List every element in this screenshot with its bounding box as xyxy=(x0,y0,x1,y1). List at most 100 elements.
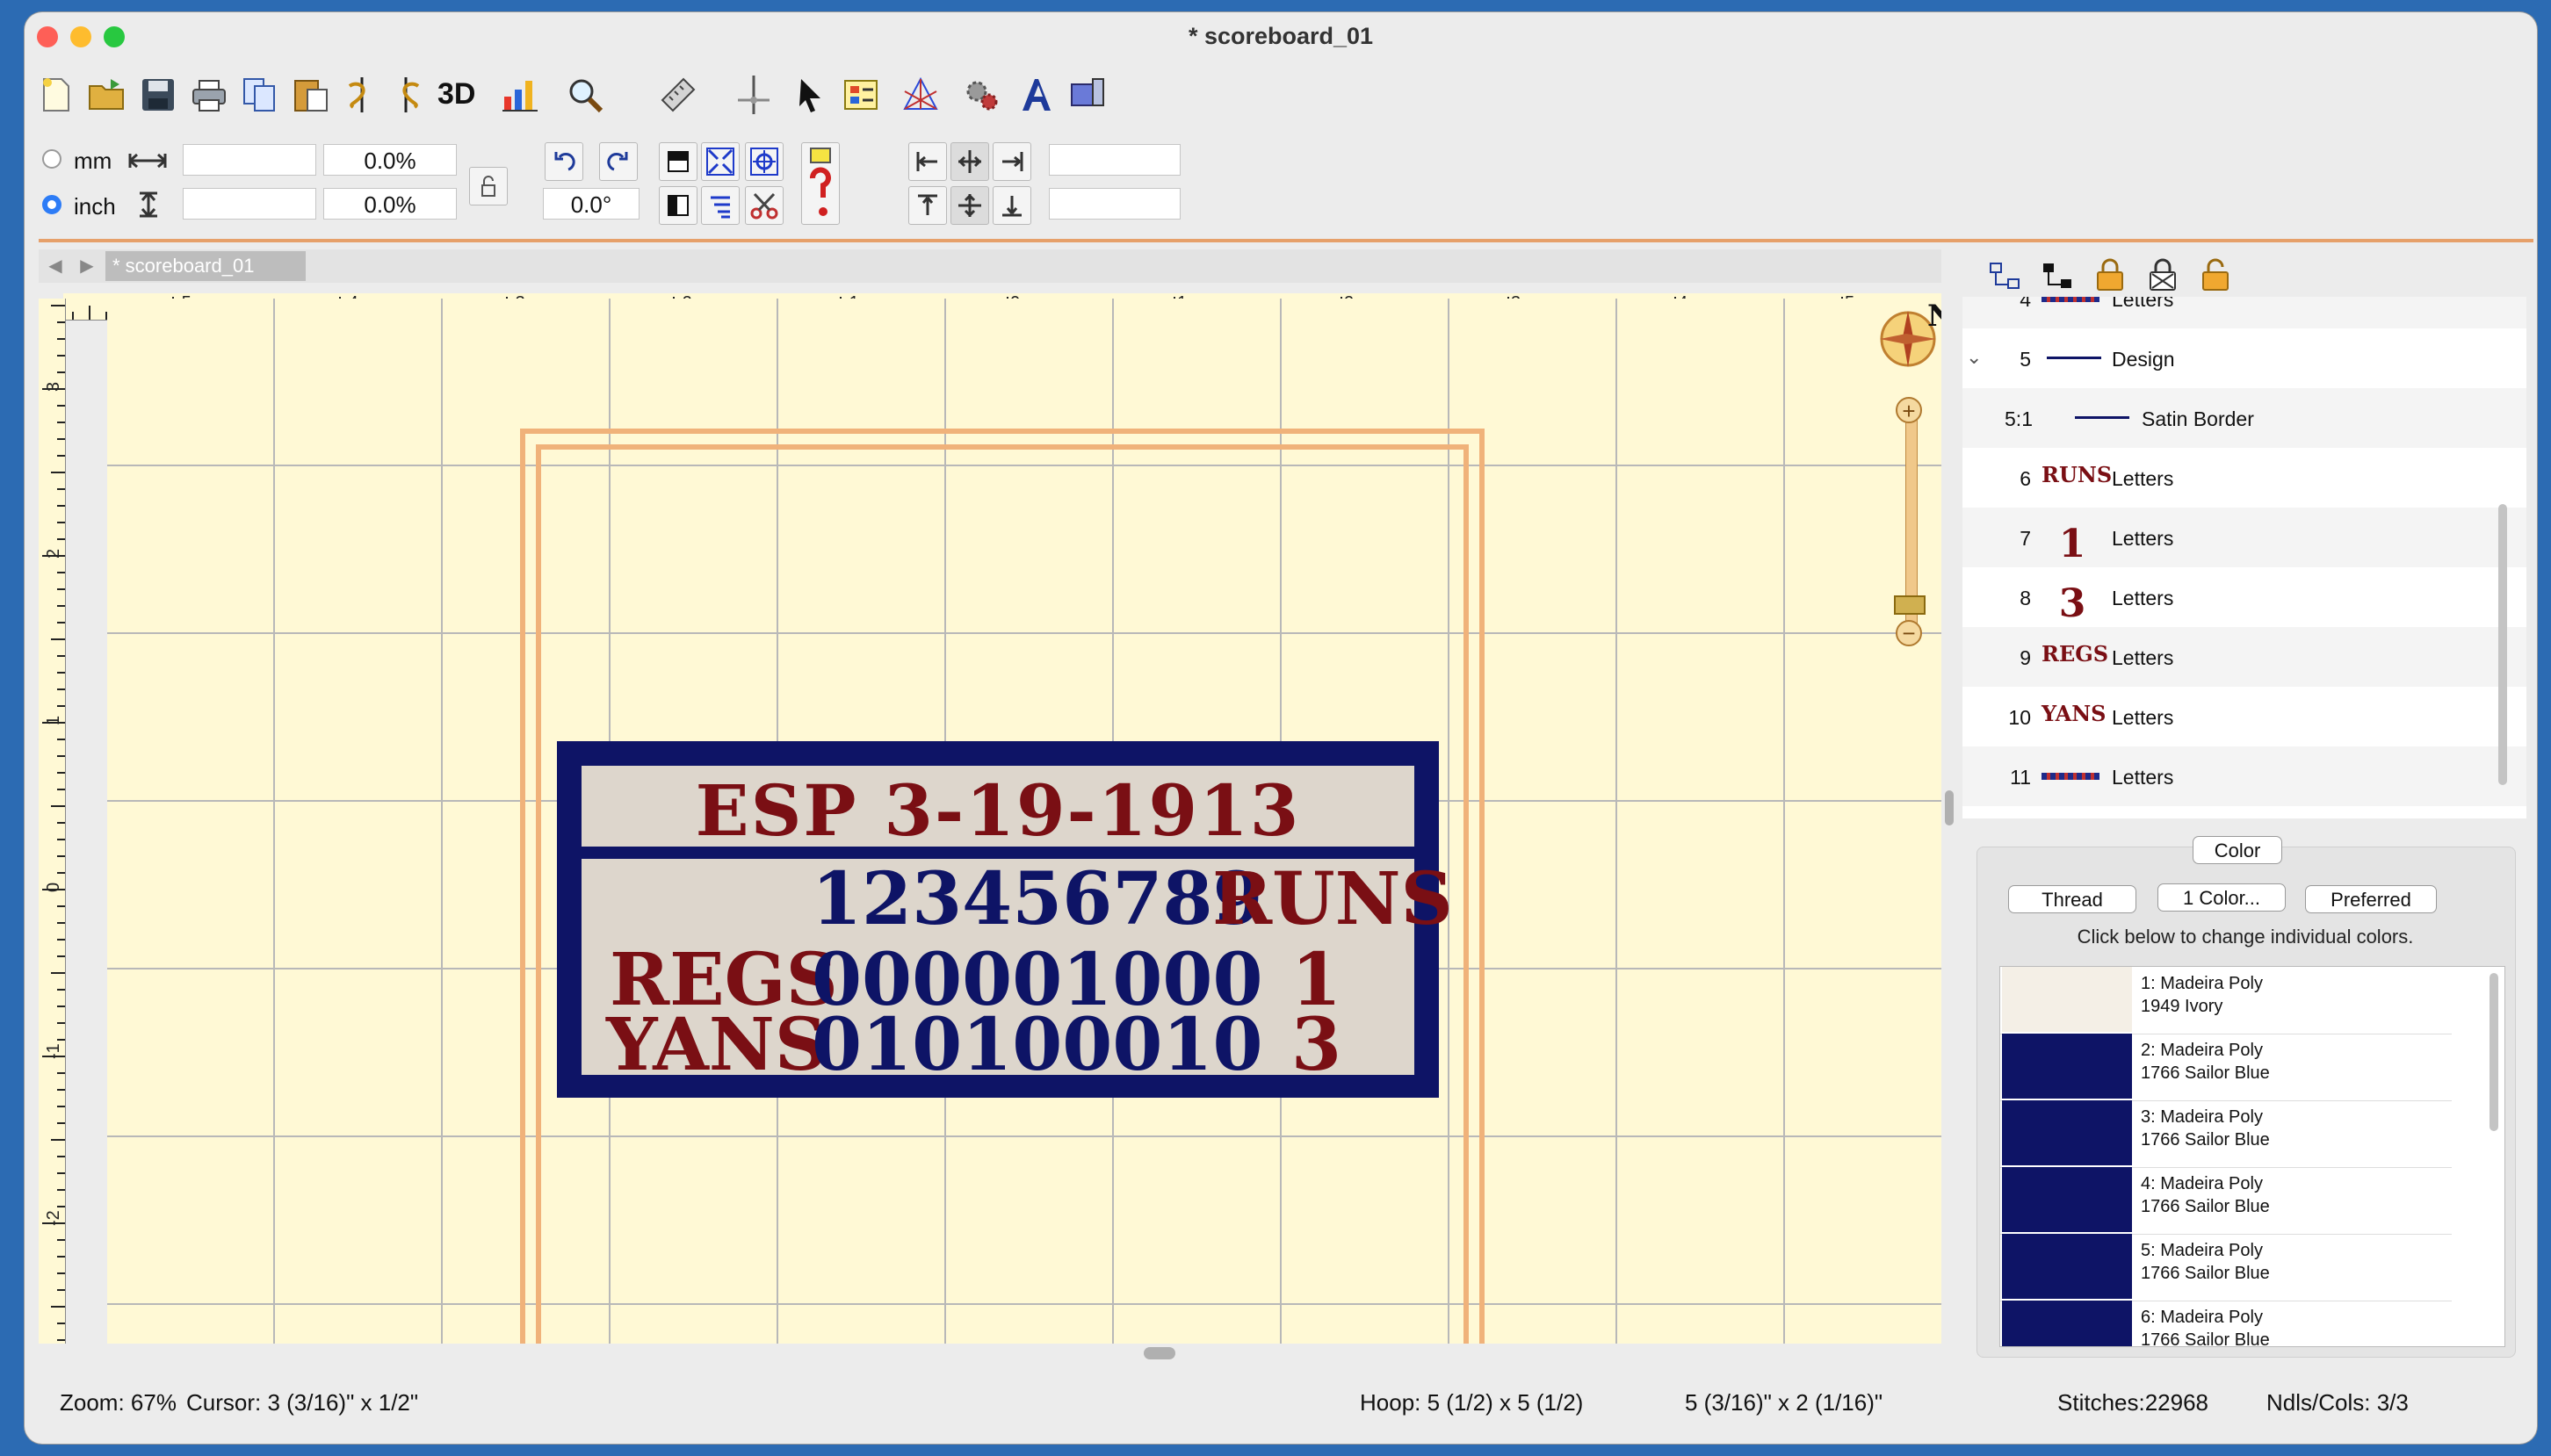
color-swatch[interactable] xyxy=(2002,1100,2132,1165)
color-swatch[interactable] xyxy=(2002,1167,2132,1232)
rotate-left-button[interactable] xyxy=(545,142,583,181)
color-thread-brand: 1: Madeira Poly xyxy=(2141,974,2263,993)
object-row[interactable]: 6 RUNS Letters xyxy=(1962,448,2526,508)
align-bottom-button[interactable] xyxy=(993,186,1031,225)
color-row[interactable]: 5: Madeira Poly 1766 Sailor Blue xyxy=(2000,1234,2452,1301)
zoom-in-icon[interactable]: + xyxy=(1896,397,1922,423)
vertical-align-input[interactable] xyxy=(1049,188,1181,220)
align-top-button[interactable] xyxy=(908,186,947,225)
stitch-list-icon[interactable] xyxy=(840,74,882,116)
pointer-icon[interactable] xyxy=(789,74,831,116)
object-row[interactable]: 4 Letters xyxy=(1962,297,2526,328)
ruler-tick xyxy=(57,438,65,440)
unit-inch-radio[interactable] xyxy=(42,195,61,214)
document-tab-strip: ◀ ▶ * scoreboard_01 xyxy=(39,249,1941,283)
tab-prev-button[interactable]: ◀ xyxy=(42,253,69,279)
ruler-label: 3 xyxy=(44,381,63,392)
zoom-out-icon[interactable]: − xyxy=(1896,620,1922,646)
fit-center-button[interactable] xyxy=(701,142,740,181)
ruler-icon[interactable] xyxy=(657,74,699,116)
object-type: Letters xyxy=(2112,587,2174,609)
mirror-vertical-icon[interactable] xyxy=(385,74,427,116)
chart-icon[interactable] xyxy=(499,74,541,116)
color-row[interactable]: 6: Madeira Poly 1766 Sailor Blue xyxy=(2000,1301,2452,1346)
stitch-order-button[interactable] xyxy=(701,186,740,225)
preferred-button[interactable]: Preferred xyxy=(2305,885,2437,913)
color-swatch[interactable] xyxy=(2002,967,2132,1032)
color-row[interactable]: 3: Madeira Poly 1766 Sailor Blue xyxy=(2000,1100,2452,1168)
color-swatch[interactable] xyxy=(2002,1234,2132,1299)
settings-gears-icon[interactable] xyxy=(961,74,1003,116)
align-right-button[interactable] xyxy=(993,142,1031,181)
status-zoom: Zoom: 67% xyxy=(60,1389,177,1416)
rotate-right-button[interactable] xyxy=(599,142,638,181)
object-row[interactable]: 9 REGS Letters xyxy=(1962,627,2526,687)
network-icon[interactable] xyxy=(900,74,942,116)
help-button[interactable] xyxy=(801,142,840,225)
thread-button[interactable]: Thread xyxy=(2008,885,2136,913)
zoom-thumb[interactable] xyxy=(1894,595,1926,615)
width-input[interactable] xyxy=(183,144,316,176)
zoom-slider[interactable]: + − xyxy=(1892,397,1931,652)
canvas-horizontal-scrollbar[interactable] xyxy=(1144,1347,1175,1359)
unlock-all-icon[interactable] xyxy=(2200,258,2231,292)
needle-icon[interactable] xyxy=(733,74,775,116)
ruler-tick xyxy=(57,1206,65,1207)
object-row[interactable]: 5:1 Satin Border xyxy=(1962,388,2526,448)
horizontal-align-input[interactable] xyxy=(1049,144,1181,176)
object-row[interactable]: 11 Letters xyxy=(1962,746,2526,806)
lock-icon[interactable] xyxy=(2094,258,2126,292)
color-row[interactable]: 1: Madeira Poly 1949 Ivory xyxy=(2000,967,2452,1034)
print-icon[interactable] xyxy=(188,74,230,116)
mirror-horizontal-icon[interactable] xyxy=(341,74,383,116)
color-swatch[interactable] xyxy=(2002,1034,2132,1099)
color-row[interactable]: 2: Madeira Poly 1766 Sailor Blue xyxy=(2000,1034,2452,1101)
height-percent-input[interactable]: 0.0% xyxy=(323,188,457,220)
align-left-button[interactable] xyxy=(908,142,947,181)
new-file-icon[interactable] xyxy=(35,74,77,116)
width-percent-input[interactable]: 0.0% xyxy=(323,144,457,176)
align-vcenter-button[interactable] xyxy=(950,186,989,225)
color-list-scrollbar[interactable] xyxy=(2490,973,2498,1131)
object-row[interactable]: 8 3 Letters xyxy=(1962,567,2526,627)
aspect-lock-button[interactable] xyxy=(469,167,508,205)
copy-icon[interactable] xyxy=(239,74,281,116)
open-folder-icon[interactable] xyxy=(86,74,128,116)
color-list[interactable]: 1: Madeira Poly 1949 Ivory 2: Madeira Poly… xyxy=(1999,966,2505,1347)
magnifier-icon[interactable] xyxy=(564,74,606,116)
monitor-icon[interactable] xyxy=(1066,74,1109,116)
one-color-button[interactable]: 1 Color... xyxy=(2157,883,2286,912)
height-input[interactable] xyxy=(183,188,316,220)
object-list-scrollbar[interactable] xyxy=(2498,504,2507,785)
expand-tree-icon[interactable] xyxy=(1989,260,2024,292)
object-list[interactable]: 4 Letters ⌄ 5 Design 5:1 Satin Border 6 RUNS Lett… xyxy=(1962,297,2526,818)
canvas-vertical-scrollbar[interactable] xyxy=(1945,790,1954,825)
color-swatch[interactable] xyxy=(2002,1301,2132,1346)
ruler-tick xyxy=(57,1006,65,1007)
lock-all-icon[interactable] xyxy=(2147,258,2179,292)
center-target-button[interactable] xyxy=(745,142,784,181)
color-row[interactable]: 4: Madeira Poly 1766 Sailor Blue xyxy=(2000,1167,2452,1235)
collapse-tree-icon[interactable] xyxy=(2042,260,2077,292)
tab-next-button[interactable]: ▶ xyxy=(74,253,100,279)
unit-mm-radio[interactable] xyxy=(42,149,61,169)
scoreboard-patch[interactable]: ESP 3-19-1913 123456789 RUNS REGS 000001… xyxy=(557,741,1453,1098)
object-row[interactable]: ⌄ 5 Design xyxy=(1962,328,2526,388)
ruler-tick xyxy=(57,839,65,840)
text-letter-icon[interactable] xyxy=(1015,74,1058,116)
object-row[interactable]: 7 1 Letters xyxy=(1962,508,2526,567)
tab-scoreboard[interactable]: * scoreboard_01 xyxy=(105,251,306,281)
design-canvas[interactable]: ESP 3-19-1913 123456789 RUNS REGS 000001… xyxy=(107,299,1941,1344)
object-row[interactable]: 10 YANS Letters xyxy=(1962,687,2526,746)
compass[interactable]: N xyxy=(1876,299,1941,372)
align-hcenter-button[interactable] xyxy=(950,142,989,181)
paste-icon[interactable] xyxy=(290,74,332,116)
align-top-half-button[interactable] xyxy=(659,142,697,181)
innings-digits: 123456789 xyxy=(812,857,1263,941)
rotation-input[interactable]: 0.0° xyxy=(543,188,640,220)
save-icon[interactable] xyxy=(137,74,179,116)
cut-scissors-button[interactable] xyxy=(745,186,784,225)
color-thread-name: 1949 Ivory xyxy=(2141,997,2223,1016)
align-left-half-button[interactable] xyxy=(659,186,697,225)
3d-view-button[interactable]: 3D xyxy=(437,77,475,112)
